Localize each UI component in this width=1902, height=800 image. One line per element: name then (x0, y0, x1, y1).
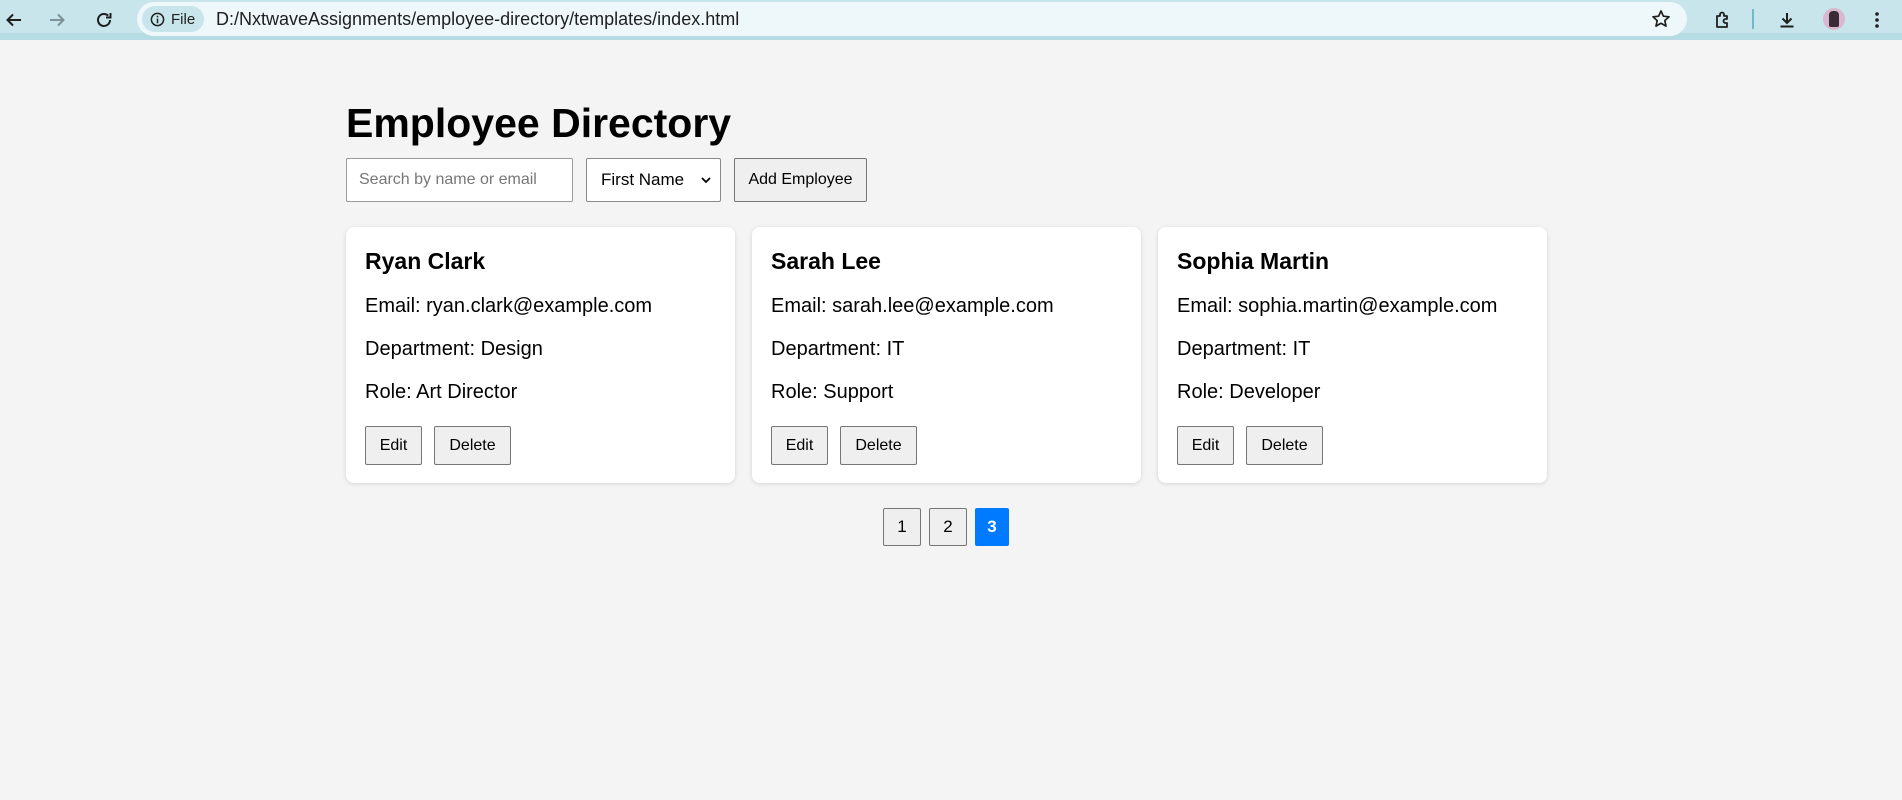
employee-email: Email: ryan.clark@example.com (365, 295, 653, 317)
page-title: Employee Directory (346, 100, 732, 146)
browser-toolbar: File D:/NxtwaveAssignments/employee-dire… (0, 0, 1902, 40)
employee-name: Ryan Clark (365, 248, 486, 274)
delete-button[interactable]: Delete (434, 426, 511, 465)
employee-department: Department: IT (771, 338, 905, 360)
profile-avatar[interactable] (1823, 8, 1845, 30)
page-button-2[interactable]: 2 (929, 508, 967, 546)
employee-card: Sophia Martin Email: sophia.martin@examp… (1158, 227, 1547, 483)
info-icon (150, 12, 165, 26)
page-button-3[interactable]: 3 (975, 508, 1009, 546)
employee-role: Role: Art Director (365, 381, 518, 403)
toolbar-divider (1752, 9, 1754, 29)
edit-button[interactable]: Edit (1177, 426, 1234, 465)
employee-department: Department: Design (365, 338, 543, 360)
page-button-1[interactable]: 1 (883, 508, 921, 546)
back-arrow-icon[interactable] (0, 0, 34, 40)
employee-name: Sophia Martin (1177, 248, 1330, 274)
chevron-down-icon (701, 177, 711, 184)
employee-role: Role: Support (771, 381, 894, 403)
delete-button[interactable]: Delete (840, 426, 917, 465)
employee-department: Department: IT (1177, 338, 1311, 360)
edit-button[interactable]: Edit (365, 426, 422, 465)
forward-arrow-icon[interactable] (37, 0, 77, 40)
more-menu-icon[interactable] (1857, 0, 1897, 40)
add-employee-button[interactable]: Add Employee (734, 158, 867, 202)
address-bar[interactable]: File D:/NxtwaveAssignments/employee-dire… (137, 2, 1687, 36)
employee-email: Email: sophia.martin@example.com (1177, 295, 1498, 317)
employee-role: Role: Developer (1177, 381, 1321, 403)
download-icon[interactable] (1767, 0, 1807, 40)
employee-name: Sarah Lee (771, 248, 881, 274)
sort-select[interactable]: First Name (586, 158, 721, 202)
sort-select-value: First Name (601, 170, 685, 189)
search-input[interactable] (346, 158, 573, 202)
delete-button[interactable]: Delete (1246, 426, 1323, 465)
extensions-puzzle-icon[interactable] (1703, 0, 1743, 40)
edit-button[interactable]: Edit (771, 426, 828, 465)
site-chip-label: File (171, 10, 196, 28)
url-text[interactable]: D:/NxtwaveAssignments/employee-directory… (216, 2, 739, 36)
bookmark-star-icon[interactable] (1651, 2, 1671, 36)
employee-card: Sarah Lee Email: sarah.lee@example.com D… (752, 227, 1141, 483)
employee-card: Ryan Clark Email: ryan.clark@example.com… (346, 227, 735, 483)
site-info-chip[interactable]: File (142, 6, 204, 32)
employee-email: Email: sarah.lee@example.com (771, 295, 1054, 317)
reload-icon[interactable] (84, 0, 124, 40)
